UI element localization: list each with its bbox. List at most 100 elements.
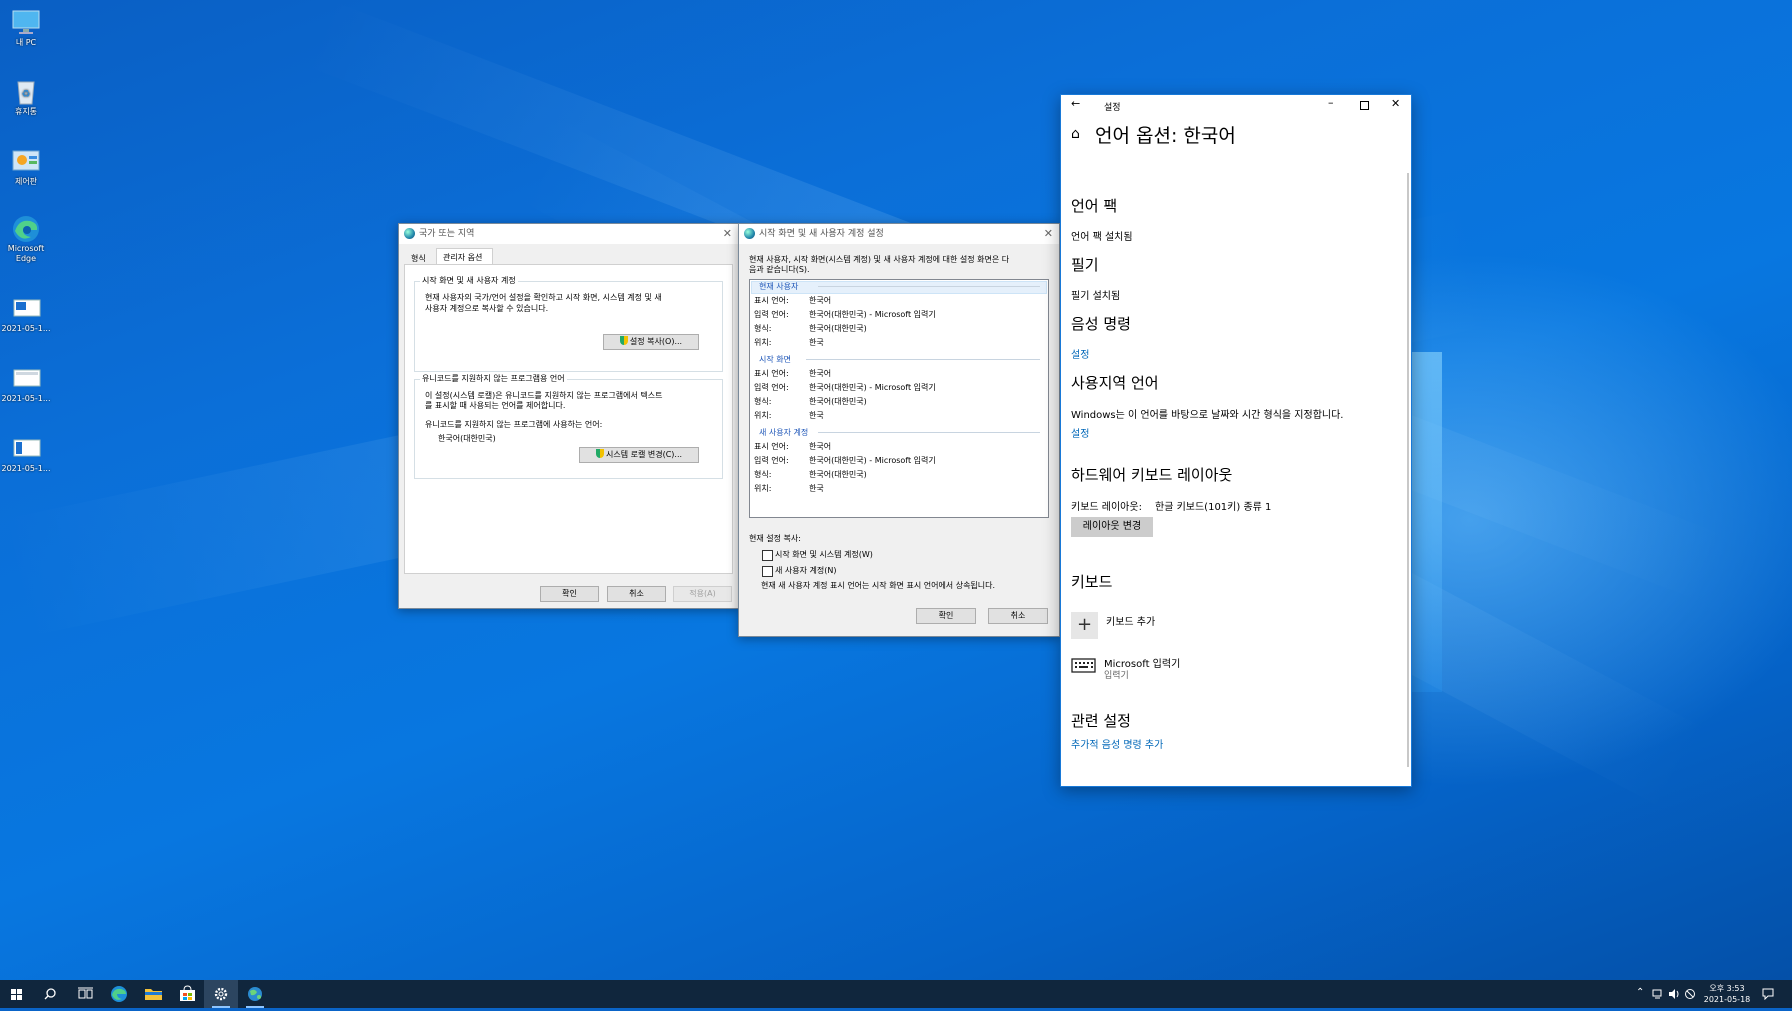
cancel-button[interactable]: 취소 xyxy=(607,586,666,602)
speech-settings-link[interactable]: 설정 xyxy=(1071,346,1089,361)
desktop-icon-screenshot-2[interactable]: 2021-05-1... xyxy=(0,364,52,404)
unicode-group: 유니코드를 지원하지 않는 프로그램용 언어 이 설정(시스템 로캘)은 유니코… xyxy=(414,373,723,479)
row-label: 형식: xyxy=(754,397,772,406)
ok-button[interactable]: 확인 xyxy=(540,586,599,602)
screenshot-file-icon xyxy=(11,294,41,322)
row-label: 위치: xyxy=(754,338,772,347)
this-pc-icon xyxy=(11,8,41,36)
change-system-locale-button[interactable]: 시스템 로캘 변경(C)... xyxy=(579,447,699,463)
keyboard-layout-label: 키보드 레이아웃: xyxy=(1071,502,1142,513)
speech-heading: 음성 명령 xyxy=(1071,315,1131,333)
close-icon[interactable]: ✕ xyxy=(1391,97,1400,110)
desktop-icon-this-pc[interactable]: 내 PC xyxy=(0,8,52,48)
row-label: 표시 언어: xyxy=(754,369,789,378)
tab-format[interactable]: 형식 xyxy=(411,253,426,264)
desktop-icon-label: 휴지통 xyxy=(14,107,38,116)
language-pack-status: 언어 팩 설치됨 xyxy=(1071,232,1133,243)
regional-format-heading: 사용지역 언어 xyxy=(1071,374,1159,392)
unicode-group-desc: 를 표시할 때 사용되는 언어를 제어합니다. xyxy=(425,401,566,410)
clock-time: 오후 3:53 xyxy=(1709,984,1745,993)
row-value: 한국어(대한민국) - Microsoft 입력기 xyxy=(809,383,936,392)
settings-window: ← 설정 – ✕ ⌂ 언어 옵션: 한국어 언어 팩 언어 팩 설치됨 필기 필… xyxy=(1060,94,1412,787)
keyboard-layout-value: 한글 키보드(101키) 종류 1 xyxy=(1155,502,1272,513)
handwriting-status: 필기 설치됨 xyxy=(1071,291,1121,302)
back-arrow-icon[interactable]: ← xyxy=(1071,97,1080,110)
desktop: 내 PC ♻ 휴지통 제어판 Microsoft Edge 2021-05-1.… xyxy=(0,0,1792,980)
tab-admin[interactable]: 관리자 옵션 xyxy=(436,248,493,265)
change-layout-button[interactable]: 레이아웃 변경 xyxy=(1071,517,1153,537)
desktop-icon-screenshot-1[interactable]: 2021-05-1... xyxy=(0,294,52,334)
task-view-button[interactable] xyxy=(68,980,102,1008)
desktop-icon-recycle-bin[interactable]: ♻ 휴지통 xyxy=(0,77,52,117)
row-label: 위치: xyxy=(754,484,772,493)
apply-button[interactable]: 적용(A) xyxy=(673,586,732,602)
section-divider xyxy=(818,432,1040,433)
welcome-settings-dialog: 시작 화면 및 새 사용자 계정 설정 ✕ 현재 사용자, 시작 화면(시스템 … xyxy=(738,223,1060,637)
close-icon[interactable]: ✕ xyxy=(723,224,732,244)
row-label: 형식: xyxy=(754,324,772,333)
chevron-up-icon[interactable]: ⌃ xyxy=(1636,987,1644,998)
desktop-icon-screenshot-3[interactable]: 2021-05-1... xyxy=(0,434,52,474)
taskbar-settings[interactable] xyxy=(204,980,238,1008)
settings-titlebar-title: 설정 xyxy=(1104,103,1121,113)
desktop-icon-edge[interactable]: Microsoft Edge xyxy=(0,214,52,264)
taskbar-edge[interactable] xyxy=(102,980,136,1008)
desktop-icon-label: 2021-05-1... xyxy=(1,324,51,333)
row-value: 한국어(대한민국) xyxy=(809,397,867,406)
recycle-bin-icon: ♻ xyxy=(11,77,41,105)
copy-settings-button[interactable]: 설정 복사(O)... xyxy=(603,334,699,350)
desktop-icon-control-panel[interactable]: 제어판 xyxy=(0,147,52,187)
row-value: 한국 xyxy=(809,338,824,347)
row-value: 한국어(대한민국) - Microsoft 입력기 xyxy=(809,456,936,465)
change-system-locale-label: 시스템 로캘 변경(C)... xyxy=(605,450,683,459)
welcome-screen-checkbox[interactable] xyxy=(762,550,773,561)
volume-icon[interactable] xyxy=(1668,988,1680,1002)
globe-icon xyxy=(248,987,262,1001)
row-label: 입력 언어: xyxy=(754,310,789,319)
row-value: 한국어 xyxy=(809,296,832,305)
clock[interactable]: 오후 3:53 2021-05-18 xyxy=(1700,983,1754,1005)
scrollbar[interactable] xyxy=(1407,173,1409,767)
uac-shield-icon xyxy=(595,449,604,458)
search-button[interactable] xyxy=(34,980,68,1008)
unicode-group-legend: 유니코드를 지원하지 않는 프로그램용 언어 xyxy=(420,373,567,384)
task-view-icon xyxy=(78,987,93,999)
taskbar-region-control-panel[interactable] xyxy=(238,980,272,1008)
ime-mode-icon[interactable] xyxy=(1684,988,1696,1002)
taskbar-store[interactable] xyxy=(170,980,204,1008)
minimize-icon[interactable]: – xyxy=(1328,96,1334,109)
taskbar-file-explorer[interactable] xyxy=(136,980,170,1008)
row-value: 한국어(대한민국) xyxy=(809,470,867,479)
welcome-group: 시작 화면 및 새 사용자 계정 현재 사용자의 국가/언어 설정을 확인하고 … xyxy=(414,275,723,372)
home-icon[interactable]: ⌂ xyxy=(1071,126,1080,142)
new-user-checkbox[interactable] xyxy=(762,566,773,577)
add-keyboard-plus-icon[interactable]: + xyxy=(1071,612,1098,639)
start-button[interactable] xyxy=(0,980,34,1008)
maximize-icon[interactable] xyxy=(1360,101,1369,110)
close-icon[interactable]: ✕ xyxy=(1044,224,1053,244)
uac-shield-icon xyxy=(619,336,628,345)
regional-format-desc: Windows는 이 언어를 바탕으로 날짜와 시간 형식을 지정합니다. xyxy=(1071,410,1344,421)
welcome-dialog-titlebar[interactable]: 시작 화면 및 새 사용자 계정 설정 ✕ xyxy=(739,224,1059,244)
add-keyboard-label[interactable]: 키보드 추가 xyxy=(1106,613,1155,628)
windows-logo-wallpaper xyxy=(1412,352,1442,692)
windows-start-icon xyxy=(11,989,22,1000)
taskbar: ⌃ 오후 3:53 2021-05-18 xyxy=(0,980,1792,1008)
row-value: 한국 xyxy=(809,484,824,493)
system-locale-value: 한국어(대한민국) xyxy=(438,434,496,443)
add-speech-commands-link[interactable]: 추가적 음성 명령 추가 xyxy=(1071,736,1163,751)
system-locale-label: 유니코드를 지원하지 않는 프로그램에 사용하는 언어: xyxy=(425,420,603,429)
desktop-icon-label: 2021-05-1... xyxy=(1,464,51,473)
row-label: 형식: xyxy=(754,470,772,479)
welcome-screen-checkbox-label[interactable]: 시작 화면 및 시스템 계정(W) xyxy=(775,549,873,560)
notification-icon[interactable] xyxy=(1762,988,1774,1002)
regional-settings-link[interactable]: 설정 xyxy=(1071,425,1089,440)
region-dialog-title: 국가 또는 지역 xyxy=(419,229,475,239)
new-user-checkbox-label[interactable]: 새 사용자 계정(N) xyxy=(775,565,836,576)
region-dialog-titlebar[interactable]: 국가 또는 지역 ✕ xyxy=(399,224,738,244)
ok-button[interactable]: 확인 xyxy=(916,608,976,624)
cancel-button[interactable]: 취소 xyxy=(988,608,1048,624)
network-icon[interactable] xyxy=(1652,988,1664,1002)
globe-icon xyxy=(404,228,415,239)
settings-summary-list[interactable]: 현재 사용자 표시 언어: 한국어 입력 언어: 한국어(대한민국) - Mic… xyxy=(749,279,1049,518)
